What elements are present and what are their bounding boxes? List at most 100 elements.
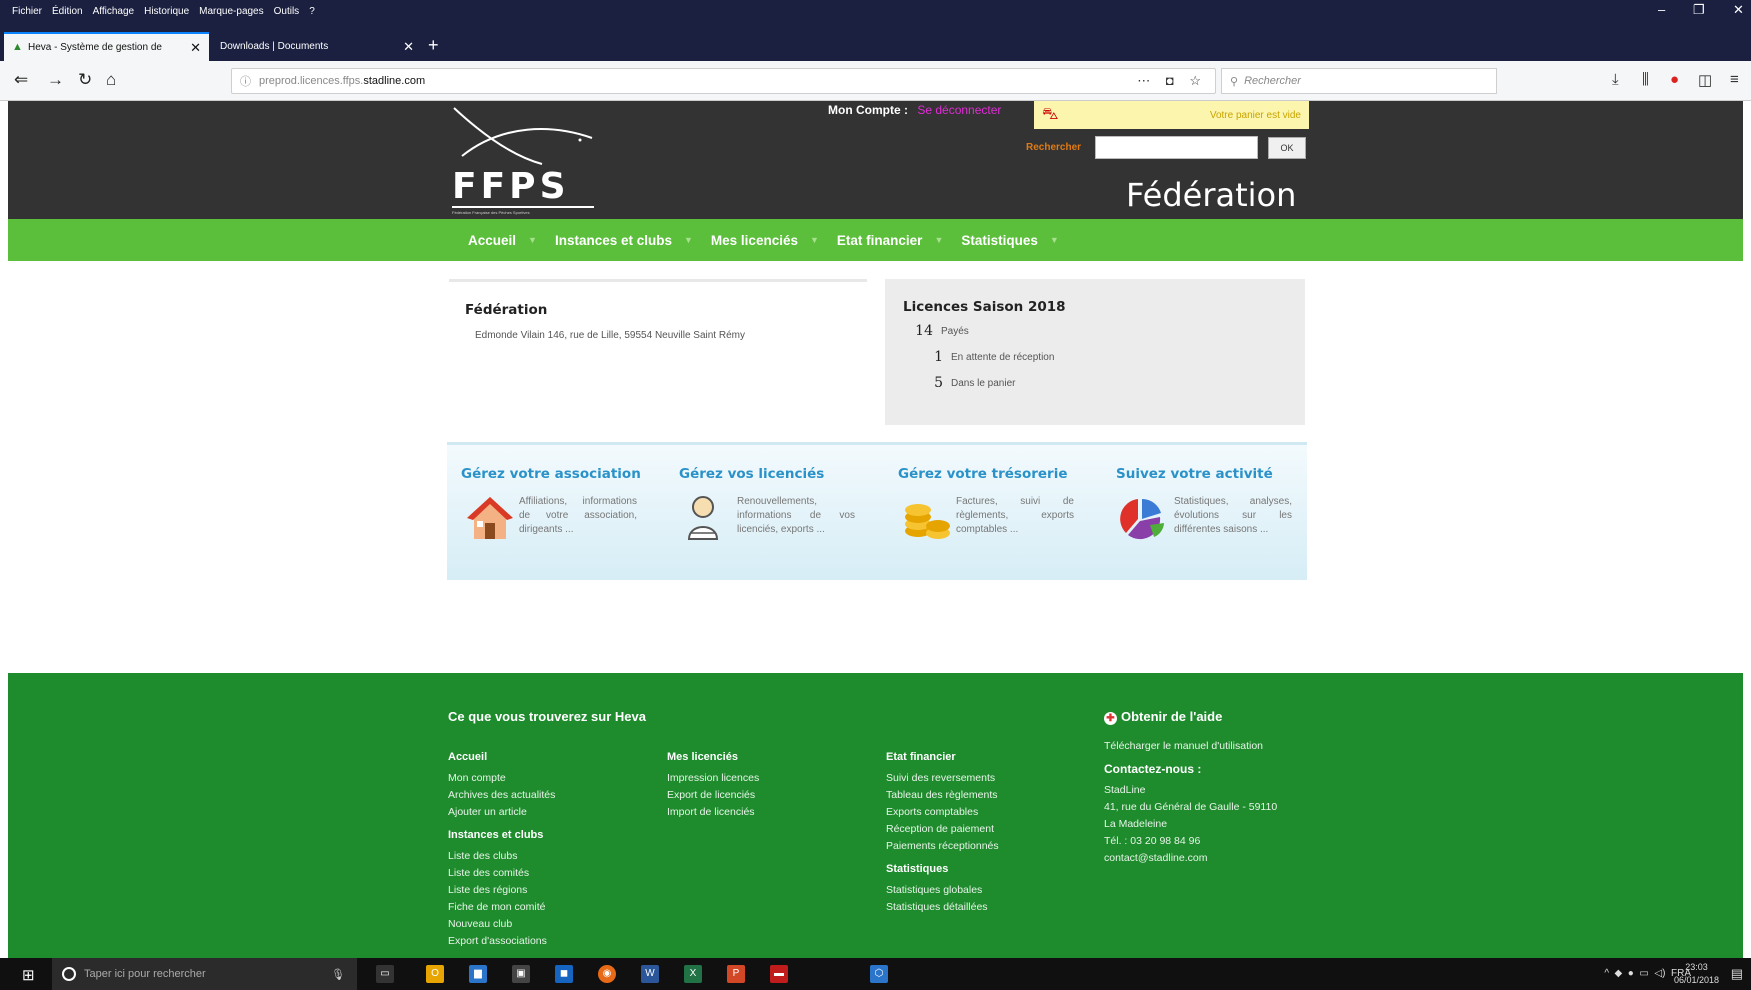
nav-label: Accueil (468, 232, 517, 248)
adblock-icon[interactable]: ● (1670, 71, 1679, 88)
cart-box[interactable]: ⛍ Votre panier est vide (1034, 101, 1309, 129)
tab-close-icon[interactable]: ✕ (190, 40, 201, 56)
footer-link[interactable]: Suivi des reversements (886, 770, 999, 787)
tab-heva[interactable]: ▲ Heva - Système de gestion de ✕ (4, 32, 209, 61)
taskbar-clock[interactable]: 23:03 06/01/2018 (1674, 961, 1719, 987)
notifications-icon[interactable]: ▤ (1731, 966, 1743, 982)
panel-licencies[interactable]: Gérez vos licenciés Renouvellements, inf… (665, 445, 875, 580)
windows-start-icon[interactable]: ⊞ (22, 966, 35, 984)
minimize-icon[interactable]: – (1658, 2, 1665, 17)
menu-outils[interactable]: Outils (274, 6, 300, 17)
footer-link[interactable]: Nouveau club (448, 916, 555, 933)
licence-row-paid[interactable]: 14 Payés (903, 323, 1287, 339)
sidebar-icon[interactable]: ◫ (1698, 71, 1712, 89)
panel-tresorerie[interactable]: Gérez votre trésorerie Factures, suivi d… (884, 445, 1094, 580)
nav-etat-financier[interactable]: Etat financier ▼ (837, 233, 943, 248)
footer-section-title: Instances et clubs (448, 829, 544, 841)
nav-instances-clubs[interactable]: Instances et clubs ▼ (555, 233, 693, 248)
menu-historique[interactable]: Historique (144, 6, 189, 17)
file-explorer-icon[interactable]: ▆ (469, 965, 487, 983)
app-icon[interactable]: ◼ (555, 965, 573, 983)
download-icon[interactable]: ⤓ (1612, 71, 1619, 88)
account-area: Mon Compte : Se déconnecter (828, 103, 1002, 117)
page-actions-icon[interactable]: ⋯ ◘ ☆ (1137, 73, 1207, 89)
info-icon[interactable]: ⓘ (240, 73, 251, 89)
footer-link[interactable]: Export d'associations (448, 933, 555, 950)
store-icon[interactable]: ▣ (512, 965, 530, 983)
footer-link[interactable]: Liste des régions (448, 882, 555, 899)
help-heading: ✚ Obtenir de l'aide (1104, 709, 1222, 725)
taskbar-search-input[interactable]: Taper ici pour rechercher 🎙 (52, 958, 357, 990)
lifebuoy-icon: ✚ (1104, 712, 1117, 725)
footer-link[interactable]: Liste des comités (448, 865, 555, 882)
contact-line: StadLine (1104, 784, 1146, 796)
app-icon[interactable]: ⬡ (870, 965, 888, 983)
hamburger-menu-icon[interactable]: ≡ (1730, 71, 1739, 88)
pdf-app-icon[interactable]: ▬ (770, 965, 788, 983)
word-icon[interactable]: W (641, 965, 659, 983)
close-window-icon[interactable]: ✕ (1733, 2, 1744, 18)
my-account-link[interactable]: Mon Compte (828, 103, 901, 117)
footer-link[interactable]: Import de licenciés (667, 804, 759, 821)
footer-section-title: Mes licenciés (667, 751, 738, 763)
federation-title: Fédération (1126, 176, 1297, 214)
footer-link[interactable]: Export de licenciés (667, 787, 759, 804)
manual-download-link[interactable]: Télécharger le manuel d'utilisation (1104, 738, 1277, 755)
licences-box-title: Licences Saison 2018 (903, 299, 1066, 315)
menu-edition[interactable]: Édition (52, 6, 83, 17)
tab-close-icon[interactable]: ✕ (403, 39, 414, 55)
search-icon: ⚲ (1230, 75, 1239, 88)
browser-search-input[interactable]: ⚲ Rechercher (1221, 68, 1497, 94)
url-bar[interactable]: ⓘ preprod.licences.ffps. stadline.com ⋯ ◘… (231, 68, 1216, 94)
reload-icon[interactable]: ↻ (78, 70, 92, 90)
footer-link[interactable]: Réception de paiement (886, 821, 999, 838)
coins-icon (905, 504, 950, 539)
menu-marque-pages[interactable]: Marque-pages (199, 6, 263, 17)
nav-label: Instances et clubs (554, 232, 672, 248)
menu-fichier[interactable]: Fichier (12, 6, 42, 17)
licence-row-pending[interactable]: 1 En attente de réception (903, 349, 1287, 365)
footer-link[interactable]: Mon compte (448, 770, 555, 787)
footer-link[interactable]: Paiements réceptionnés (886, 838, 999, 855)
new-tab-icon[interactable]: + (428, 35, 439, 56)
restore-icon[interactable]: ❐ (1693, 2, 1705, 18)
footer-link[interactable]: Statistiques globales (886, 882, 999, 899)
panel-activite[interactable]: Suivez votre activité Statistiques, anal… (1102, 445, 1312, 580)
contact-email-link[interactable]: contact@stadline.com (1104, 850, 1277, 867)
logo-swoosh-icon (453, 107, 593, 165)
ffps-logo[interactable]: FFPS Fédération Française des Pêches Spo… (452, 104, 602, 216)
search-ok-button[interactable]: OK (1268, 136, 1307, 159)
outlook-app-icon[interactable]: O (426, 965, 444, 983)
menu-help[interactable]: ? (309, 6, 315, 17)
tab-downloads[interactable]: Downloads | Documents ✕ (212, 32, 422, 61)
nav-statistiques[interactable]: Statistiques ▼ (961, 233, 1058, 248)
nav-mes-licencies[interactable]: Mes licenciés ▼ (711, 233, 819, 248)
site-search-input[interactable] (1095, 136, 1259, 159)
licence-row-basket[interactable]: 5 Dans le panier (903, 375, 1287, 391)
footer-link[interactable]: Ajouter un article (448, 804, 555, 821)
task-view-icon[interactable]: ▭ (376, 965, 394, 983)
site-header: FFPS Fédération Française des Pêches Spo… (8, 101, 1743, 219)
excel-icon[interactable]: X (684, 965, 702, 983)
nav-accueil[interactable]: Accueil ▼ (468, 233, 537, 248)
footer-link[interactable]: Impression licences (667, 770, 759, 787)
footer-link[interactable]: Liste des clubs (448, 848, 555, 865)
powerpoint-icon[interactable]: P (727, 965, 745, 983)
footer-link[interactable]: Exports comptables (886, 804, 999, 821)
home-icon[interactable]: ⌂ (106, 70, 116, 90)
footer-link[interactable]: Fiche de mon comité (448, 899, 555, 916)
microphone-icon[interactable]: 🎙 (331, 968, 345, 981)
footer-link[interactable]: Statistiques détaillées (886, 899, 999, 916)
contact-line: Tél. : 03 20 98 84 96 (1104, 835, 1201, 847)
library-icon[interactable]: ⫼ (1642, 71, 1649, 88)
nav-label: Etat financier (836, 232, 923, 248)
logout-link[interactable]: Se déconnecter (917, 103, 1001, 117)
back-icon[interactable]: ⇐ (14, 70, 28, 90)
licence-label: Payés (941, 325, 969, 337)
menu-affichage[interactable]: Affichage (93, 6, 135, 17)
footer-link[interactable]: Archives des actualités (448, 787, 555, 804)
firefox-icon[interactable]: ◉ (598, 965, 616, 983)
panel-association[interactable]: Gérez votre association Affiliations, in… (447, 445, 657, 580)
footer-link[interactable]: Tableau des règlements (886, 787, 999, 804)
forward-icon[interactable]: → (47, 70, 64, 90)
